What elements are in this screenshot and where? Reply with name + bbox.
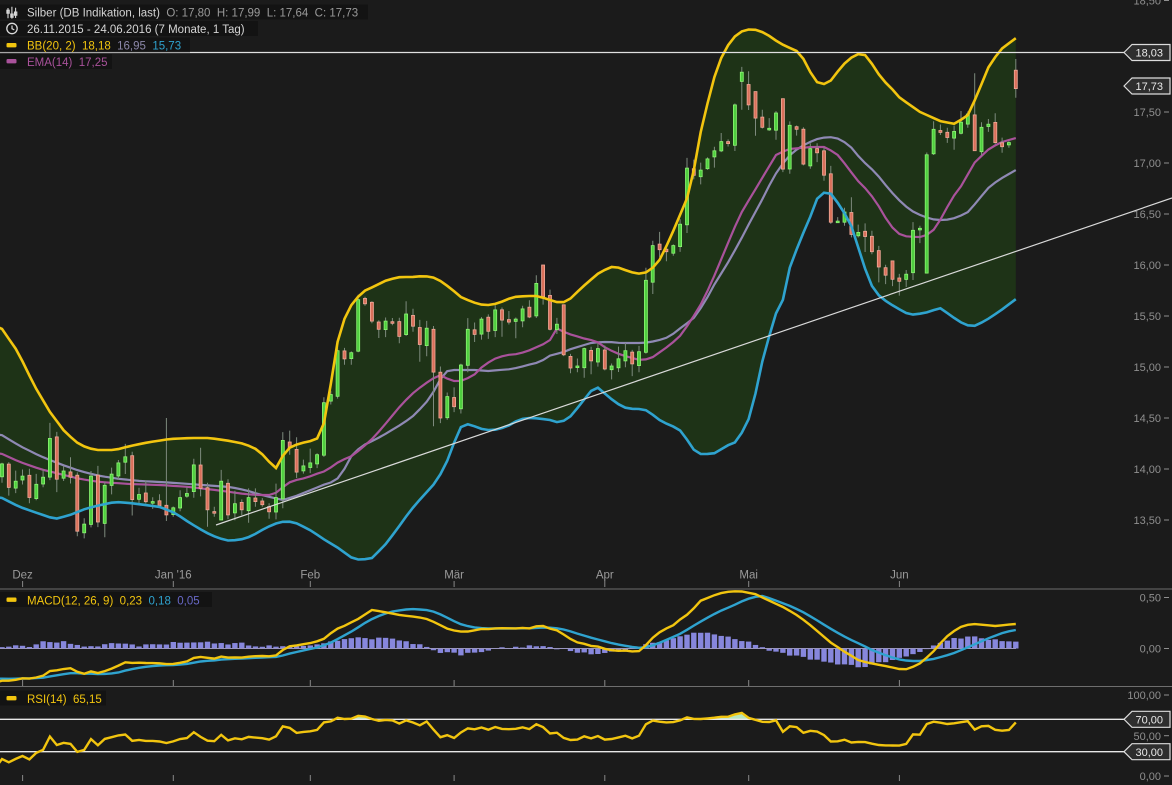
svg-text:100,00: 100,00 [1127, 690, 1161, 702]
svg-text:16,00: 16,00 [1133, 260, 1161, 272]
svg-text:0,50: 0,50 [1140, 593, 1161, 605]
svg-text:18,03: 18,03 [1135, 48, 1163, 60]
svg-text:26.11.2015 - 24.06.2016 (7 Mon: 26.11.2015 - 24.06.2016 (7 Monate, 1 Tag… [27, 24, 245, 36]
svg-text:Silber (DB Indikation, last): Silber (DB Indikation, last) O: 17,80 H:… [27, 8, 358, 20]
svg-text:18,50: 18,50 [1133, 0, 1161, 8]
svg-text:16,50: 16,50 [1133, 209, 1161, 221]
svg-text:17,50: 17,50 [1133, 107, 1161, 119]
svg-text:Jun: Jun [890, 570, 909, 582]
svg-text:30,00: 30,00 [1135, 747, 1163, 759]
svg-text:Dez: Dez [12, 570, 33, 582]
svg-text:Mär: Mär [444, 570, 464, 582]
svg-text:Feb: Feb [300, 570, 320, 582]
svg-text:BB(20, 2) 18,18 16,95 15,73: BB(20, 2) 18,18 16,95 15,73 [27, 41, 181, 53]
svg-text:17,00: 17,00 [1133, 158, 1161, 170]
svg-text:15,00: 15,00 [1133, 362, 1161, 374]
svg-text:MACD(12, 26, 9) 0,23 0,18 0: MACD(12, 26, 9) 0,23 0,18 0,05 [27, 596, 200, 608]
svg-text:17,73: 17,73 [1135, 81, 1163, 93]
svg-text:0,00: 0,00 [1140, 644, 1161, 656]
svg-text:50,00: 50,00 [1133, 731, 1161, 743]
svg-text:70,00: 70,00 [1135, 715, 1163, 727]
svg-text:EMA(14) 17,25: EMA(14) 17,25 [27, 57, 108, 69]
svg-text:Apr: Apr [596, 570, 614, 582]
svg-text:Jan '16: Jan '16 [155, 570, 192, 582]
svg-text:0,00: 0,00 [1140, 771, 1161, 783]
svg-text:13,50: 13,50 [1133, 515, 1161, 527]
svg-text:14,00: 14,00 [1133, 464, 1161, 476]
svg-text:14,50: 14,50 [1133, 413, 1161, 425]
svg-text:RSI(14) 65,15: RSI(14) 65,15 [27, 694, 102, 706]
svg-text:Mai: Mai [739, 570, 758, 582]
svg-text:15,50: 15,50 [1133, 311, 1161, 323]
